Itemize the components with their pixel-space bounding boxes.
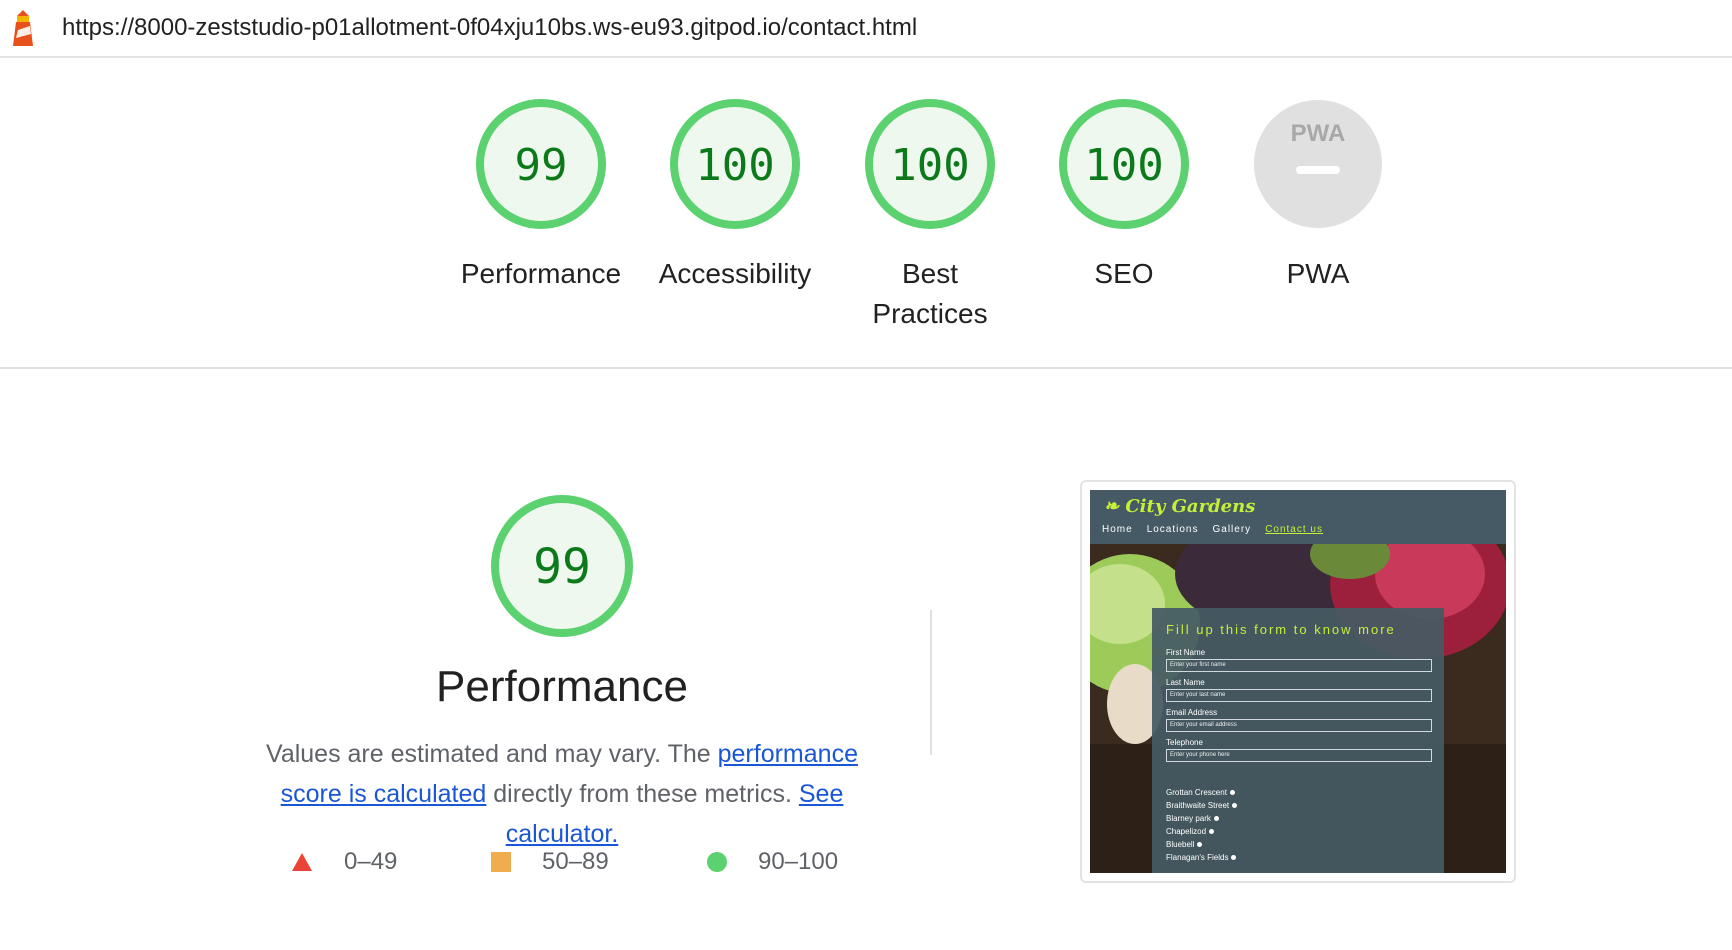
- location-option: Chapelizod: [1166, 825, 1237, 838]
- legend-label: 0–49: [344, 848, 398, 875]
- url-bar: https://8000-zeststudio-p01allotment-0f0…: [0, 0, 1732, 58]
- url-text[interactable]: https://8000-zeststudio-p01allotment-0f0…: [62, 14, 917, 42]
- form-field: First Name Enter your first name: [1166, 648, 1432, 672]
- legend-label: 90–100: [758, 848, 839, 875]
- score-value: 100: [695, 140, 774, 191]
- location-option: Blarney park: [1166, 812, 1237, 825]
- gauge-performance[interactable]: 99 Performance: [457, 96, 625, 294]
- nav-contact: Contact us: [1265, 524, 1323, 535]
- score-ring: 99: [476, 99, 606, 229]
- nav-home: Home: [1102, 524, 1133, 535]
- field-input: Enter your first name: [1166, 659, 1432, 672]
- field-label: Email Address: [1166, 708, 1218, 717]
- vertical-divider: [930, 610, 932, 755]
- site-navbar: ❧ City Gardens Home Locations Gallery Conta…: [1090, 490, 1506, 544]
- performance-description: Values are estimated and may vary. The p…: [232, 734, 892, 854]
- form-field: Last Name Enter your last name: [1166, 678, 1432, 702]
- field-label: Last Name: [1166, 678, 1205, 687]
- legend-average: 50–89: [490, 848, 609, 876]
- contact-form: Fill up this form to know more First Nam…: [1152, 608, 1444, 873]
- score-ring: 100: [865, 99, 995, 229]
- pwa-badge-text: PWA: [1291, 120, 1346, 147]
- gauge-label: Best Practices: [872, 258, 988, 329]
- gauge-accessibility[interactable]: 100 Accessibility: [651, 96, 819, 294]
- brand-text: City Gardens: [1125, 496, 1256, 517]
- pwa-badge-icon: PWA: [1254, 100, 1382, 228]
- form-heading: Fill up this form to know more: [1166, 622, 1396, 637]
- location-option: Braithwaite Street: [1166, 799, 1237, 812]
- legend-label: 50–89: [542, 848, 609, 875]
- gauge-label: Accessibility: [658, 258, 812, 289]
- field-input: Enter your email address: [1166, 719, 1432, 732]
- location-radios: Grottan Crescent Braithwaite Street Blar…: [1166, 786, 1237, 864]
- performance-score-value: 99: [533, 539, 591, 595]
- nav-locations: Locations: [1146, 524, 1199, 535]
- score-value: 100: [1084, 140, 1163, 191]
- gauge-seo[interactable]: 100 SEO: [1040, 96, 1208, 294]
- gauge-label: SEO: [1094, 258, 1154, 289]
- gauge-pwa[interactable]: PWA PWA: [1234, 96, 1402, 294]
- gauge-best-practices[interactable]: 100 Best Practices: [846, 96, 1014, 334]
- field-input: Enter your last name: [1166, 689, 1432, 702]
- desc-prefix: Values are estimated and may vary. The: [266, 740, 718, 768]
- triangle-icon: [292, 853, 312, 871]
- score-value: 100: [890, 140, 969, 191]
- location-option: Flanagan's Fields: [1166, 851, 1237, 864]
- desc-middle: directly from these metrics.: [486, 780, 799, 808]
- form-field: Telephone Enter your phone here: [1166, 738, 1432, 762]
- performance-title: Performance: [436, 662, 688, 711]
- final-screenshot: ❧ City Gardens Home Locations Gallery Conta…: [1090, 490, 1506, 873]
- square-icon: [491, 852, 511, 872]
- circle-icon: [707, 852, 727, 872]
- location-option: Grottan Crescent: [1166, 786, 1237, 799]
- legend-fail: 0–49: [290, 848, 397, 876]
- lighthouse-icon: [13, 10, 33, 46]
- gauge-label: PWA: [1286, 258, 1350, 289]
- final-screenshot-frame[interactable]: ❧ City Gardens Home Locations Gallery Conta…: [1080, 480, 1516, 883]
- site-brand: ❧ City Gardens: [1104, 496, 1256, 517]
- field-label: First Name: [1166, 648, 1206, 657]
- site-nav-links: Home Locations Gallery Contact us: [1102, 524, 1337, 535]
- nav-gallery: Gallery: [1212, 524, 1252, 535]
- field-label: Telephone: [1166, 738, 1203, 747]
- legend-pass: 90–100: [706, 848, 838, 876]
- score-ring: 100: [670, 99, 800, 229]
- form-field: Email Address Enter your email address: [1166, 708, 1432, 732]
- field-input: Enter your phone here: [1166, 749, 1432, 762]
- gauge-label: Performance: [460, 258, 622, 289]
- performance-score-gauge: 99: [491, 495, 633, 637]
- section-divider: [0, 367, 1732, 369]
- score-ring: 100: [1059, 99, 1189, 229]
- location-option: Bluebell: [1166, 838, 1237, 851]
- score-value: 99: [515, 140, 568, 191]
